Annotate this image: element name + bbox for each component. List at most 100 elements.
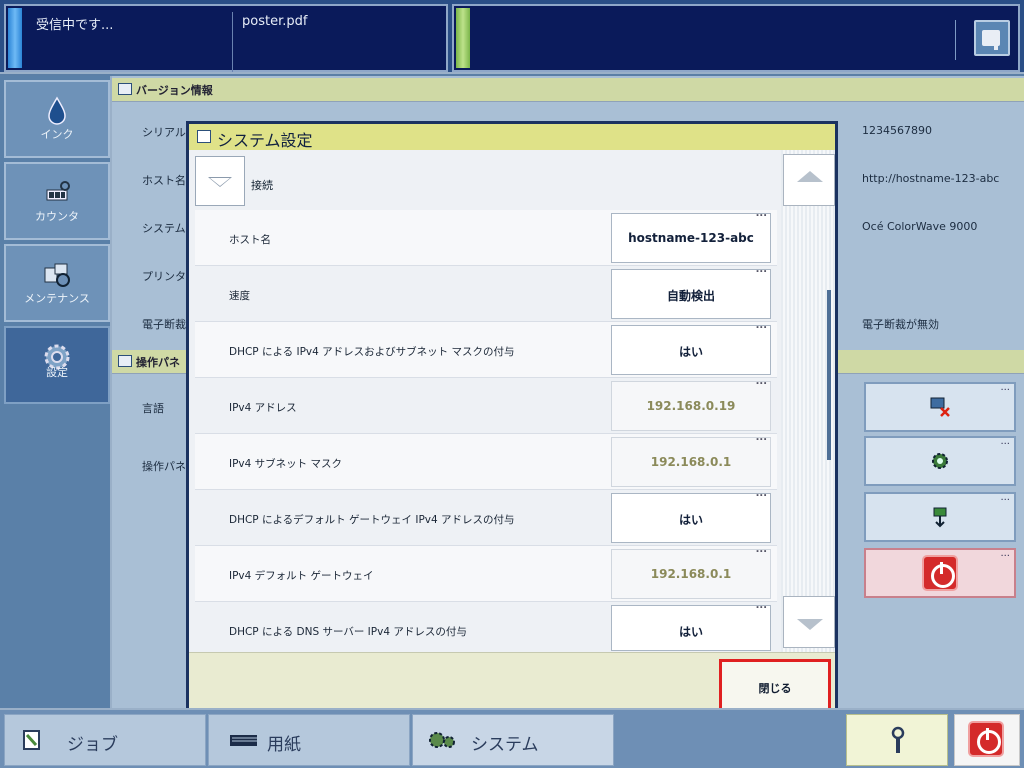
bg-row-label: 電子断裁: [142, 318, 186, 331]
more-dots-icon: ...: [1000, 382, 1010, 393]
service-wrench-button[interactable]: [846, 714, 948, 766]
version-section-title: バージョン情報: [136, 84, 213, 97]
tab-jobs[interactable]: ジョブ: [4, 714, 206, 766]
bg-row-value: Océ ColorWave 9000: [862, 220, 978, 233]
more-dots-icon: ...: [755, 544, 767, 555]
job-progress-stripe: [8, 8, 22, 68]
bg-tool-button-3[interactable]: ...: [864, 492, 1016, 542]
tab-paper[interactable]: 用紙: [208, 714, 410, 766]
more-dots-icon: ...: [755, 208, 767, 219]
power-button[interactable]: [954, 714, 1020, 766]
section-label-connection: 接続: [251, 179, 273, 192]
more-dots-icon: ...: [1000, 492, 1010, 503]
more-dots-icon: ...: [1000, 548, 1010, 559]
close-button[interactable]: 閉じる: [719, 659, 831, 713]
sidebar-item-settings[interactable]: 設定: [4, 326, 110, 404]
settings-row-ipv4-gateway: IPv4 デフォルト ゲートウェイ ... 192.168.0.1: [195, 544, 777, 602]
tab-system[interactable]: システム: [412, 714, 614, 766]
job-status-text: 受信中です...: [36, 18, 114, 33]
paper-icon: [230, 735, 257, 746]
top-panel-divider: [232, 12, 233, 72]
ipv4-subnet-field[interactable]: ... 192.168.0.1: [611, 432, 771, 487]
power-icon: [968, 721, 1004, 757]
version-section-header: バージョン情報: [112, 78, 1024, 102]
dialog-title: システム設定: [217, 131, 313, 150]
bg-row-value: 1234567890: [862, 124, 932, 137]
job-icon: [23, 730, 40, 750]
more-dots-icon: ...: [755, 264, 767, 275]
speed-field[interactable]: ... 自動検出: [611, 264, 771, 319]
system-gears-icon: [429, 732, 455, 748]
more-dots-icon: ...: [755, 320, 767, 331]
row-label: IPv4 アドレス: [229, 402, 297, 414]
field-value: はい: [678, 513, 703, 527]
tab-label: 用紙: [267, 735, 301, 755]
scroll-up-button[interactable]: [783, 154, 835, 206]
row-label: IPv4 サブネット マスク: [229, 458, 342, 470]
chevron-down-icon: [208, 177, 232, 187]
field-value: 自動検出: [666, 289, 715, 303]
job-status-panel[interactable]: 受信中です... poster.pdf: [4, 4, 448, 72]
power-icon: [922, 555, 958, 591]
settings-row-speed: 速度 ... 自動検出: [195, 264, 777, 322]
printer-status-icon[interactable]: [974, 20, 1010, 56]
sidebar-item-label: インク: [40, 128, 74, 141]
bg-row-label: シリアル: [142, 126, 186, 139]
more-dots-icon: ...: [755, 376, 767, 387]
sidebar-item-label: メンテナンス: [24, 292, 90, 305]
bottom-nav-bar: ジョブ 用紙 システム: [0, 708, 1024, 768]
settings-hand-icon: [197, 130, 211, 143]
wrench-icon: [891, 726, 905, 753]
tab-label: ジョブ: [67, 735, 118, 755]
ink-drop-icon: [48, 96, 66, 125]
ipv4-gateway-field[interactable]: ... 192.168.0.1: [611, 544, 771, 599]
hostname-field[interactable]: ... hostname-123-abc: [611, 208, 771, 263]
sidebar-item-ink[interactable]: インク: [4, 80, 110, 158]
row-label: IPv4 デフォルト ゲートウェイ: [229, 570, 374, 582]
settings-row-dhcp-dns: DHCP による DNS サーバー IPv4 アドレスの付与 ... はい: [195, 600, 777, 652]
settings-row-dhcp-ipv4: DHCP による IPv4 アドレスおよびサブネット マスクの付与 ... はい: [195, 320, 777, 378]
bg-tool-button-2[interactable]: ...: [864, 436, 1016, 486]
monitor-error-icon: [930, 397, 950, 417]
field-value: 192.168.0.19: [646, 399, 736, 413]
row-label: DHCP による IPv4 アドレスおよびサブネット マスクの付与: [229, 346, 515, 358]
more-dots-icon: ...: [755, 488, 767, 499]
sidebar: インク カウンタ メンテナンス 設定: [0, 76, 112, 708]
settings-row-dhcp-gateway: DHCP によるデフォルト ゲートウェイ IPv4 アドレスの付与 ... はい: [195, 488, 777, 546]
field-value: 192.168.0.1: [650, 567, 732, 581]
top-vertical-separator: [955, 20, 956, 60]
download-icon: [933, 507, 947, 528]
dhcp-ipv4-field[interactable]: ... はい: [611, 320, 771, 375]
dhcp-gateway-field[interactable]: ... はい: [611, 488, 771, 543]
row-label: DHCP による DNS サーバー IPv4 アドレスの付与: [229, 626, 467, 638]
ipv4-address-field[interactable]: ... 192.168.0.19: [611, 376, 771, 431]
bg-row-label: プリンタ: [142, 270, 186, 283]
panel-section-title: 操作パネ: [136, 356, 180, 369]
bg-row-label: システム: [142, 222, 186, 235]
bg-power-button[interactable]: ...: [864, 548, 1016, 598]
scroll-down-button[interactable]: [783, 596, 835, 648]
settings-row-ipv4-address: IPv4 アドレス ... 192.168.0.19: [195, 376, 777, 434]
more-dots-icon: ...: [755, 600, 767, 611]
sidebar-item-label: 設定: [46, 366, 68, 379]
dialog-footer: 閉じる: [189, 652, 835, 716]
field-value: はい: [678, 345, 703, 359]
field-value: hostname-123-abc: [628, 231, 754, 245]
chevron-up-icon: [797, 171, 823, 182]
sidebar-item-counter[interactable]: カウンタ: [4, 162, 110, 240]
chevron-down-icon: [797, 619, 823, 630]
printer-status-panel[interactable]: [452, 4, 1020, 72]
field-value: はい: [678, 625, 703, 639]
section-collapse-button[interactable]: [195, 156, 245, 206]
top-status-bar: 受信中です... poster.pdf: [0, 0, 1024, 74]
field-value: 192.168.0.1: [650, 455, 732, 469]
printer-ready-stripe: [456, 8, 470, 68]
row-label: ホスト名: [229, 234, 271, 246]
bg-row-label: 操作パネ: [142, 460, 186, 473]
scrollbar-thumb[interactable]: [827, 290, 831, 460]
bg-tool-button-1[interactable]: ...: [864, 382, 1016, 432]
sidebar-item-maintenance[interactable]: メンテナンス: [4, 244, 110, 322]
row-label: 速度: [229, 290, 250, 302]
dhcp-dns-field[interactable]: ... はい: [611, 600, 771, 651]
bg-row-label: 言語: [142, 402, 164, 415]
